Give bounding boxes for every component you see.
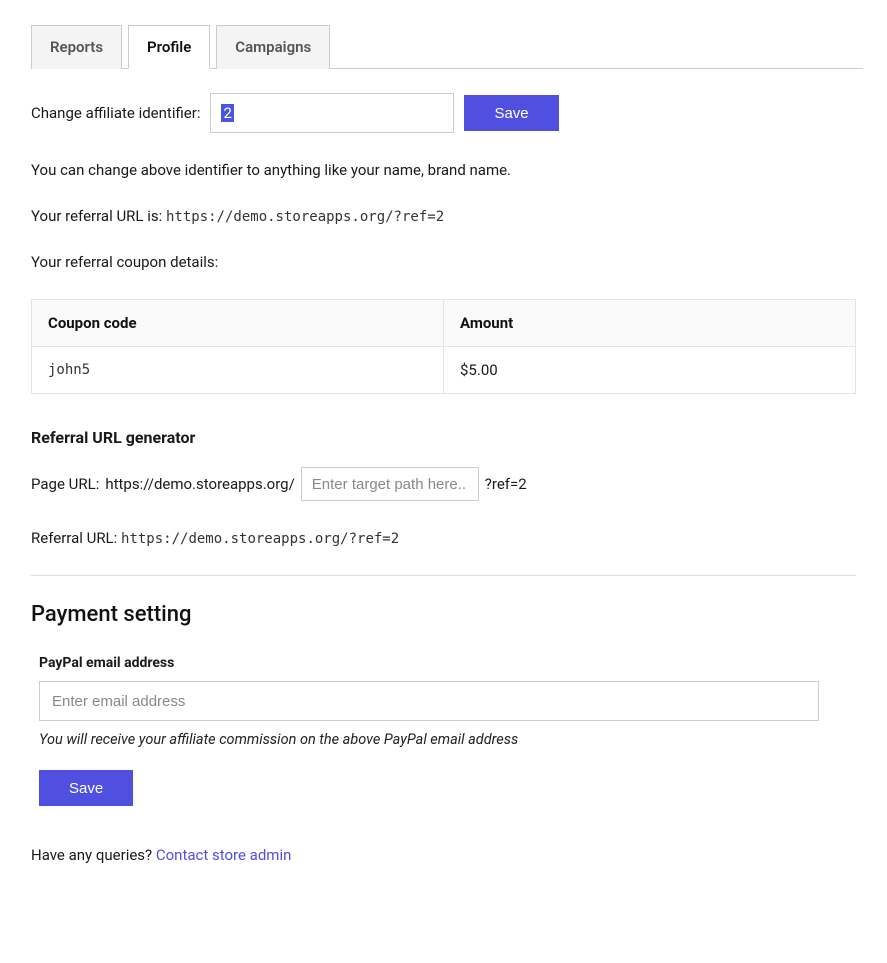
tabs-bar: Reports Profile Campaigns [31, 24, 863, 69]
paypal-label: PayPal email address [39, 655, 848, 671]
generator-path-input[interactable] [301, 467, 479, 501]
identifier-label: Change affiliate identifier: [31, 104, 200, 122]
referral-url-value: https://demo.storeapps.org/?ref=2 [166, 209, 444, 225]
identifier-hint: You can change above identifier to anyth… [31, 161, 856, 179]
identifier-value: 2 [221, 104, 233, 122]
query-line: Have any queries? Contact store admin [31, 846, 856, 864]
coupon-amount-cell: $5.00 [444, 347, 856, 394]
generator-result-label: Referral URL: [31, 529, 117, 547]
coupon-intro: Your referral coupon details: [31, 253, 856, 271]
tab-campaigns[interactable]: Campaigns [216, 25, 330, 69]
generator-base-url: https://demo.storeapps.org/ [105, 475, 294, 493]
referral-url-label: Your referral URL is: [31, 207, 162, 225]
coupon-table: Coupon code Amount john5 $5.00 [31, 299, 856, 394]
separator [31, 575, 856, 576]
coupon-header-code: Coupon code [32, 300, 444, 347]
generator-result-line: Referral URL: https://demo.storeapps.org… [31, 529, 856, 547]
referral-url-line: Your referral URL is: https://demo.store… [31, 207, 856, 225]
generator-suffix: ?ref=2 [485, 475, 527, 493]
coupon-header-amount: Amount [444, 300, 856, 347]
payment-save-button[interactable]: Save [39, 770, 133, 806]
contact-admin-link[interactable]: Contact store admin [156, 846, 292, 864]
tab-reports[interactable]: Reports [31, 25, 122, 69]
identifier-input[interactable]: 2 [210, 93, 454, 133]
paypal-email-input[interactable] [39, 681, 819, 721]
coupon-code-cell: john5 [32, 347, 444, 394]
generator-result-url: https://demo.storeapps.org/?ref=2 [121, 531, 399, 547]
generator-heading: Referral URL generator [31, 428, 856, 447]
identifier-save-button[interactable]: Save [464, 95, 558, 131]
tab-profile[interactable]: Profile [128, 25, 210, 69]
paypal-hint: You will receive your affiliate commissi… [39, 731, 848, 748]
payment-heading: Payment setting [31, 602, 856, 627]
query-text: Have any queries? [31, 846, 156, 864]
profile-panel: Change affiliate identifier: 2 Save You … [24, 69, 863, 864]
generator-page-label: Page URL: [31, 475, 99, 493]
table-row: john5 $5.00 [32, 347, 856, 394]
